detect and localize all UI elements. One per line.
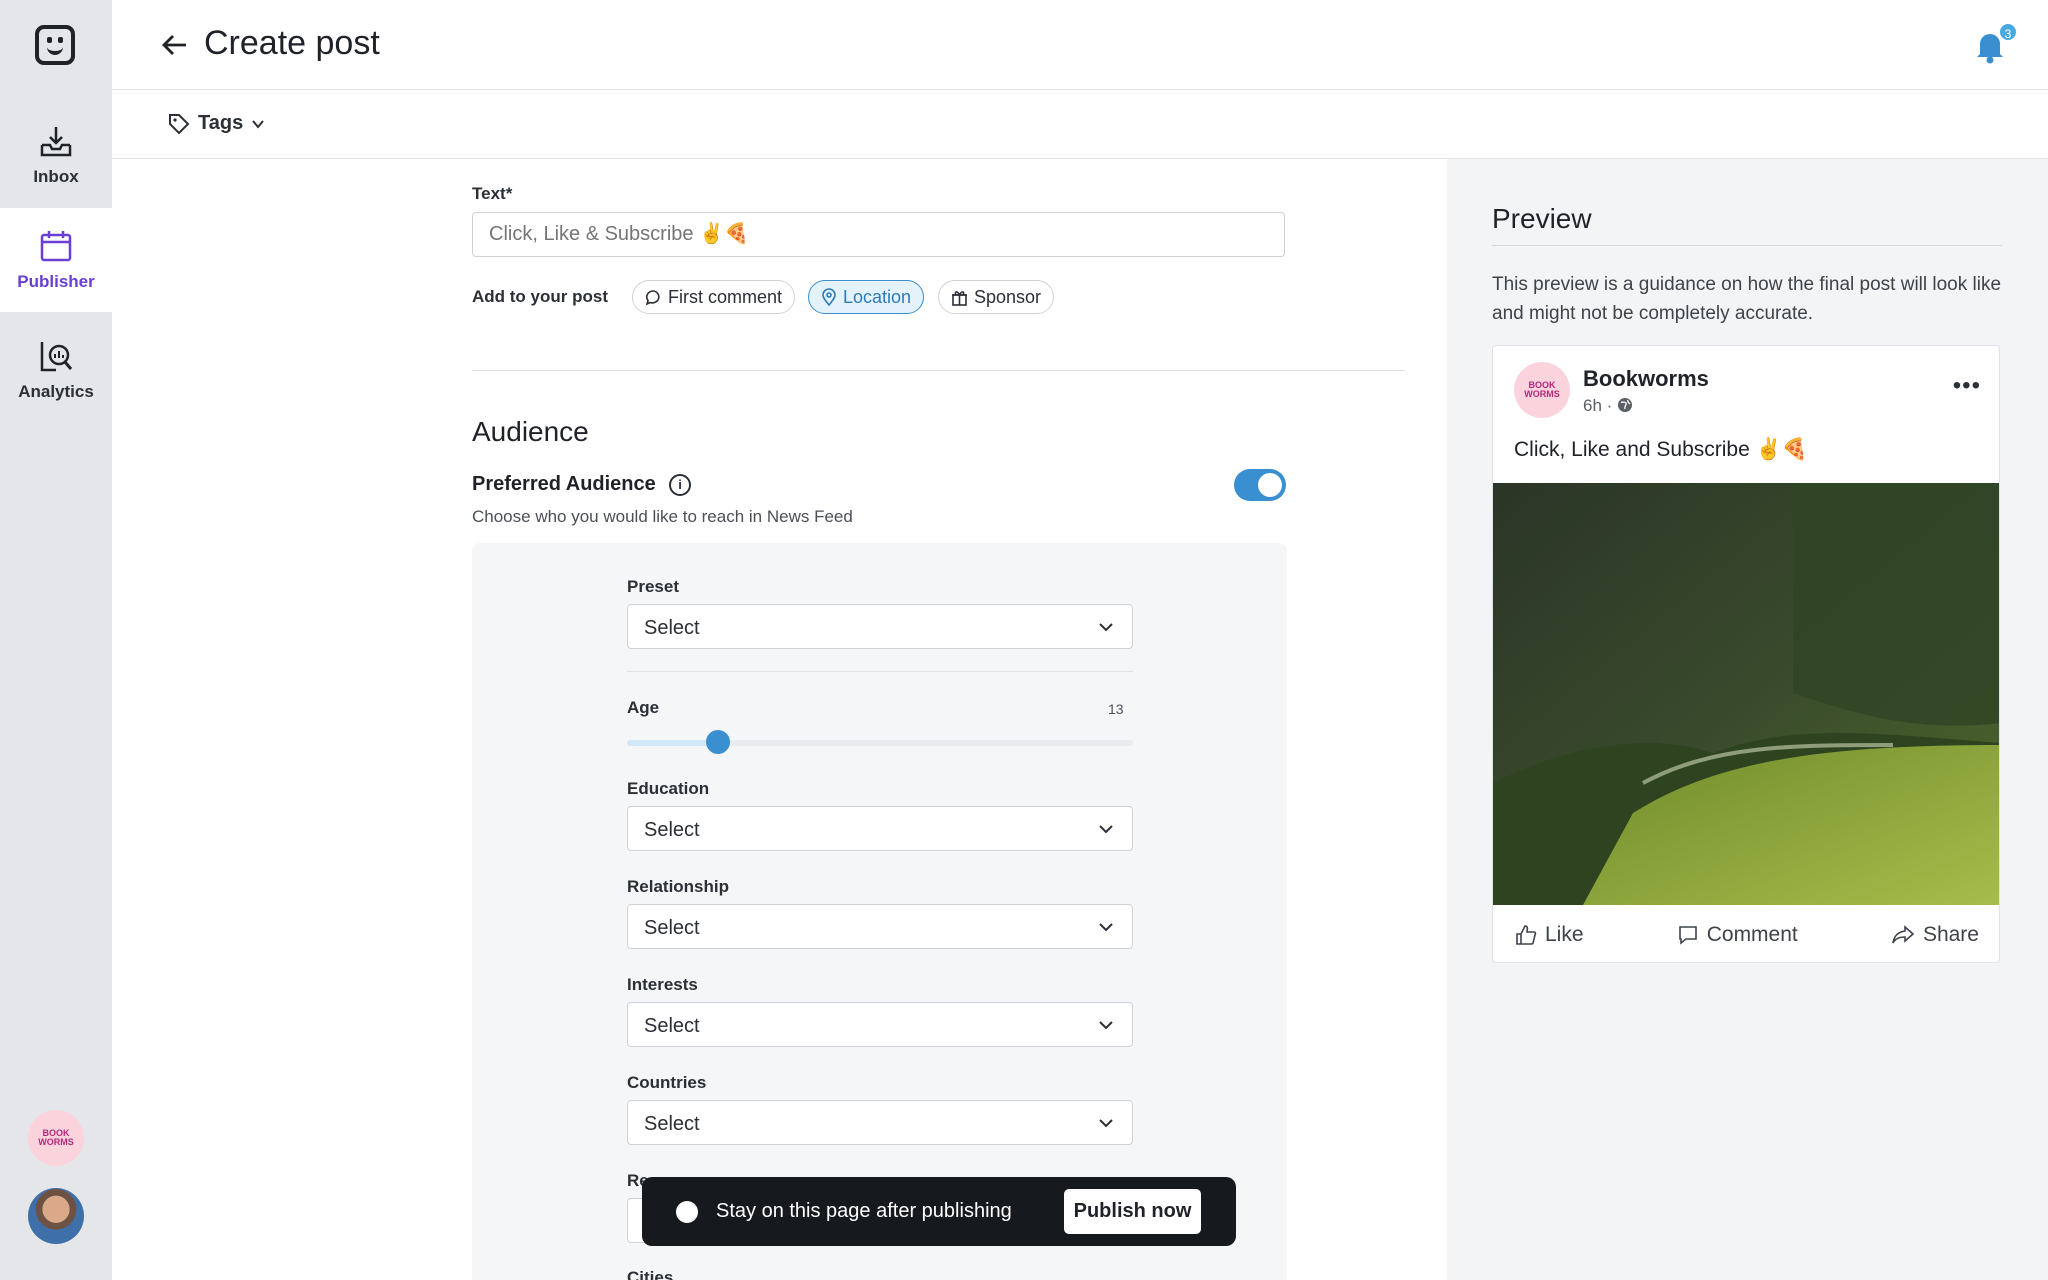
info-icon[interactable]: i (669, 474, 691, 496)
like-action[interactable]: Like (1515, 923, 1584, 947)
comment-label: Comment (1706, 923, 1798, 946)
post-preview-card: BOOK WORMS Bookworms 6h · ••• Click, Lik… (1492, 345, 2000, 963)
post-time: 6h · (1583, 396, 1613, 415)
sidebar-item-label: Analytics (18, 382, 94, 401)
post-meta: 6h · (1583, 396, 1633, 416)
notification-badge: 3 (1998, 22, 2018, 42)
countries-label: Countries (627, 1073, 707, 1092)
location-chip[interactable]: Location (808, 280, 925, 314)
post-actions: Like Comment Share (1493, 906, 1999, 962)
age-slider-track[interactable] (627, 740, 1133, 746)
sidebar-item-inbox[interactable]: Inbox (0, 103, 112, 207)
share-icon (1892, 925, 1915, 944)
preset-label: Preset (627, 577, 679, 596)
chevron-down-icon (1099, 623, 1113, 632)
back-arrow-icon[interactable] (160, 30, 190, 60)
analytics-icon (40, 342, 73, 372)
preview-divider (1492, 245, 2002, 246)
preview-panel: Preview This preview is a guidance on ho… (1447, 159, 2048, 1280)
gift-icon (952, 290, 967, 306)
sidebar-item-label: Publisher (17, 272, 95, 291)
sidebar-item-label: Inbox (33, 167, 79, 186)
preferred-audience-description: Choose who you would like to reach in Ne… (472, 507, 853, 526)
first-comment-chip[interactable]: First comment (632, 280, 796, 314)
calendar-icon (40, 231, 72, 262)
chip-label: Sponsor (974, 286, 1042, 307)
countries-select[interactable]: Select (627, 1100, 1133, 1145)
education-select[interactable]: Select (627, 806, 1133, 851)
interests-select-value: Select (644, 1015, 700, 1037)
countries-select-value: Select (644, 1113, 700, 1135)
globe-icon (1618, 398, 1633, 412)
publish-now-button[interactable]: Publish now (1064, 1189, 1201, 1234)
relationship-label: Relationship (627, 877, 730, 896)
chevron-down-icon (252, 119, 264, 129)
stay-on-page-label: Stay on this page after publishing (716, 1200, 1012, 1222)
interests-label: Interests (627, 975, 698, 994)
more-options-icon[interactable]: ••• (1953, 372, 1981, 400)
sponsor-chip[interactable]: Sponsor (938, 280, 1055, 314)
comment-action[interactable]: Comment (1677, 923, 1798, 947)
location-pin-icon (822, 288, 836, 306)
cities-label: Cities (627, 1268, 674, 1280)
sidebar-item-publisher[interactable]: Publisher (0, 208, 112, 312)
education-select-value: Select (644, 819, 700, 841)
post-avatar-text: BOOK WORMS (1524, 380, 1560, 399)
age-label: Age (627, 698, 660, 717)
post-author-avatar: BOOK WORMS (1514, 362, 1570, 418)
tag-icon (169, 113, 190, 134)
add-to-post-label: Add to your post (472, 287, 608, 306)
text-field-label: Text* (472, 184, 513, 203)
inbox-icon (40, 127, 72, 157)
age-slider-fill (627, 740, 719, 746)
user-avatar[interactable] (28, 1188, 84, 1244)
post-text-input[interactable] (472, 212, 1285, 257)
chip-label: Location (843, 286, 912, 307)
page-title: Create post (204, 24, 380, 62)
panel-divider (627, 671, 1133, 672)
relationship-select-value: Select (644, 917, 700, 939)
chevron-down-icon (1099, 923, 1113, 932)
post-author-name: Bookworms (1583, 366, 1709, 391)
chevron-down-icon (1099, 1119, 1113, 1128)
preset-select[interactable]: Select (627, 604, 1133, 649)
page-header: Create post 3 (112, 0, 2048, 90)
preview-note: This preview is a guidance on how the fi… (1492, 274, 2002, 324)
tags-label: Tags (198, 112, 244, 134)
interests-select[interactable]: Select (627, 1002, 1133, 1047)
age-slider-thumb[interactable] (706, 730, 731, 754)
share-label: Share (1922, 923, 1979, 946)
post-image (1493, 483, 1999, 905)
publish-bar: Stay on this page after publishing Publi… (642, 1177, 1236, 1246)
chip-label: First comment (668, 286, 783, 307)
sidebar-item-analytics[interactable]: Analytics (0, 318, 112, 422)
preferred-audience-title: Preferred Audience (472, 473, 656, 495)
comment-icon (1678, 926, 1697, 945)
chevron-down-icon (1099, 825, 1113, 834)
education-label: Education (627, 779, 710, 798)
tag-bar: Tags (112, 90, 2048, 159)
share-action[interactable]: Share (1891, 923, 1979, 947)
post-text: Click, Like and Subscribe ✌️🍕 (1514, 438, 1808, 461)
brand-avatar-text: BOOK WORMS (38, 1128, 74, 1147)
section-divider (472, 370, 1405, 371)
thumbs-up-icon (1516, 925, 1537, 945)
audience-section-title: Audience (472, 416, 589, 447)
sidebar: Inbox Publisher Analytics BOOK WORMS (0, 0, 112, 1280)
preferred-audience-toggle[interactable] (1234, 469, 1286, 501)
tags-dropdown[interactable]: Tags (168, 112, 265, 135)
preview-title: Preview (1492, 203, 1592, 234)
relationship-select[interactable]: Select (627, 904, 1133, 949)
brand-avatar[interactable]: BOOK WORMS (28, 1110, 84, 1166)
app-logo-icon[interactable] (35, 25, 75, 65)
stay-on-page-radio[interactable] (676, 1201, 698, 1223)
age-value: 13 (1108, 701, 1124, 717)
chevron-down-icon (1099, 1021, 1113, 1030)
preset-select-value: Select (644, 617, 700, 639)
comment-icon (645, 289, 660, 306)
like-label: Like (1545, 923, 1584, 946)
